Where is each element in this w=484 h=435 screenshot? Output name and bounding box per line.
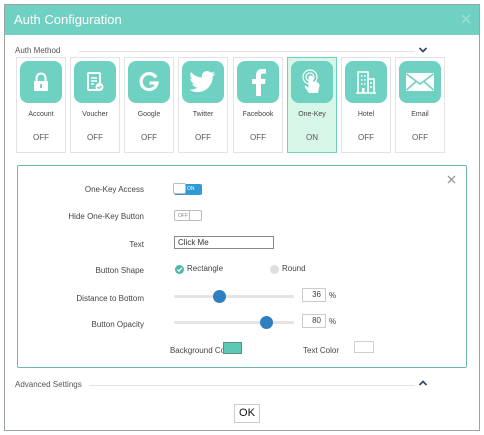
opacity-value[interactable]: 80 <box>302 314 326 328</box>
button-text-input[interactable] <box>174 236 274 249</box>
distance-slider-thumb[interactable] <box>212 290 226 303</box>
close-icon[interactable] <box>460 13 472 25</box>
opacity-slider-thumb[interactable] <box>259 316 273 329</box>
distance-unit: % <box>329 291 337 300</box>
chevron-down-icon[interactable] <box>418 46 428 54</box>
opacity-slider[interactable] <box>174 316 294 329</box>
hotel-icon <box>345 61 387 103</box>
auth-tile-voucher[interactable]: Voucher OFF <box>70 57 120 153</box>
toggle-knob <box>173 183 186 194</box>
advanced-settings-label[interactable]: Advanced Settings <box>15 380 82 389</box>
toggle-text: ON <box>187 186 195 192</box>
chevron-up-icon[interactable] <box>418 379 428 387</box>
tile-name: Account <box>28 111 54 118</box>
tile-state: OFF <box>195 133 211 142</box>
tile-name: One-Key <box>298 111 326 118</box>
tap-icon <box>291 61 333 103</box>
tile-state: OFF <box>141 133 157 142</box>
auth-tile-twitter[interactable]: Twitter OFF <box>178 57 228 153</box>
ok-button[interactable]: OK <box>234 404 260 423</box>
lock-icon <box>20 61 62 103</box>
opacity-unit: % <box>329 317 337 326</box>
toggle-knob <box>189 210 202 221</box>
tile-state: OFF <box>250 133 266 142</box>
auth-configuration-dialog: Auth Configuration Auth Method Account O… <box>4 4 480 431</box>
tile-name: Twitter <box>192 111 214 118</box>
tile-name: Hotel <box>357 111 375 118</box>
tile-state: ON <box>306 133 318 142</box>
tile-state: OFF <box>33 133 49 142</box>
text-color-swatch[interactable] <box>354 341 374 353</box>
one-key-settings-panel: One-Key Access ON Hide One-Key Button OF… <box>17 165 467 368</box>
close-icon[interactable] <box>447 175 456 184</box>
distance-to-bottom-label: Distance to Bottom <box>76 294 144 303</box>
auth-tile-hotel[interactable]: Hotel OFF <box>341 57 391 153</box>
email-icon <box>399 61 441 103</box>
section-divider <box>89 385 415 386</box>
distance-slider[interactable] <box>174 290 294 303</box>
google-icon <box>128 61 170 103</box>
hide-one-key-button-toggle[interactable]: OFF <box>174 210 202 221</box>
auth-tile-one-key[interactable]: One-Key ON <box>287 57 337 153</box>
hide-one-key-button-label: Hide One-Key Button <box>68 212 144 221</box>
section-divider <box>79 51 415 52</box>
dialog-titlebar: Auth Configuration <box>5 5 479 35</box>
auth-tile-facebook[interactable]: Facebook OFF <box>233 57 283 153</box>
dialog-title: Auth Configuration <box>14 12 122 27</box>
text-color-label: Text Color <box>303 346 340 355</box>
tile-state: OFF <box>412 133 428 142</box>
one-key-access-label: One-Key Access <box>84 185 144 194</box>
voucher-icon <box>74 61 116 103</box>
button-opacity-label: Button Opacity <box>91 320 144 329</box>
tile-state: OFF <box>87 133 103 142</box>
check-icon <box>176 267 183 273</box>
distance-value[interactable]: 36 <box>302 288 326 302</box>
tile-name: Facebook <box>242 111 274 118</box>
shape-round-label[interactable]: Round <box>282 264 306 273</box>
tile-name: Email <box>411 111 429 118</box>
twitter-icon <box>182 61 224 103</box>
button-shape-label: Button Shape <box>95 266 144 275</box>
tile-name: Voucher <box>82 111 108 118</box>
auth-tile-email[interactable]: Email OFF <box>395 57 445 153</box>
toggle-text: OFF <box>178 213 188 219</box>
tile-state: OFF <box>358 133 374 142</box>
auth-method-label: Auth Method <box>15 46 61 55</box>
shape-rectangle-label[interactable]: Rectangle <box>187 264 223 273</box>
auth-tile-account[interactable]: Account OFF <box>16 57 66 153</box>
shape-round-radio[interactable] <box>270 265 279 274</box>
one-key-access-toggle[interactable]: ON <box>173 183 202 195</box>
background-color-swatch[interactable] <box>223 342 242 354</box>
background-color-label: Background Color <box>169 346 234 355</box>
facebook-icon <box>237 61 279 103</box>
auth-tile-google[interactable]: Google OFF <box>124 57 174 153</box>
text-label: Text <box>129 240 144 249</box>
tile-name: Google <box>137 111 161 118</box>
